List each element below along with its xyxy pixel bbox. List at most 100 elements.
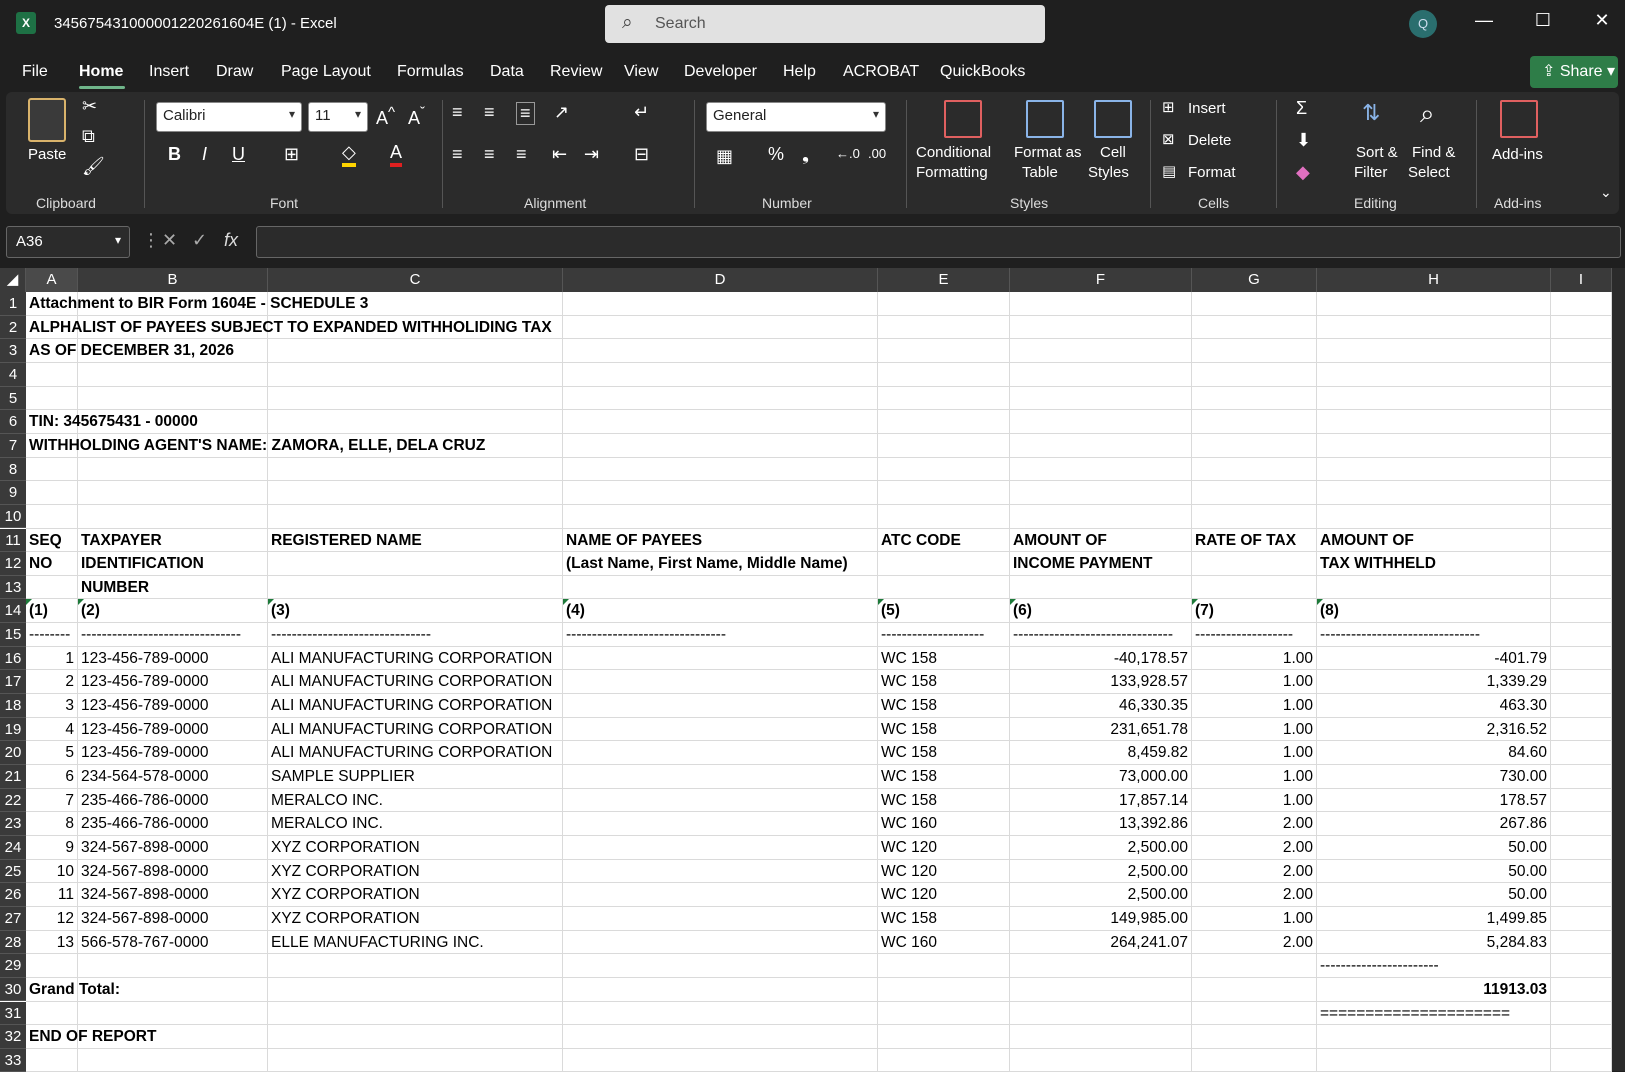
income-amount[interactable]: 2,500.00 bbox=[1010, 883, 1192, 907]
income-amount[interactable]: 264,241.07 bbox=[1010, 931, 1192, 955]
row-header[interactable]: 24 bbox=[0, 835, 26, 860]
header-identification[interactable]: IDENTIFICATION bbox=[78, 552, 204, 576]
taxpayer-tin[interactable]: 324-567-898-0000 bbox=[78, 860, 209, 884]
find-select-icon[interactable]: ⌕ bbox=[1420, 98, 1435, 130]
atc-code[interactable]: WC 160 bbox=[878, 931, 937, 955]
align-bottom-icon[interactable]: ≡ bbox=[516, 102, 535, 125]
tax-withheld[interactable]: 2,316.52 bbox=[1317, 718, 1551, 742]
vertical-scrollbar[interactable] bbox=[1612, 268, 1625, 1071]
atc-code[interactable]: WC 120 bbox=[878, 836, 937, 860]
header-income-payment[interactable]: INCOME PAYMENT bbox=[1010, 552, 1153, 576]
align-center-icon[interactable]: ≡ bbox=[484, 144, 495, 165]
align-top-icon[interactable]: ≡ bbox=[452, 102, 463, 123]
dash-separator[interactable]: ------------------- bbox=[1192, 623, 1317, 647]
sort-filter-label-2[interactable]: Filter bbox=[1354, 164, 1387, 181]
decrease-indent-icon[interactable]: ⇤ bbox=[552, 144, 567, 165]
menu-acrobat[interactable]: ACROBAT bbox=[843, 63, 919, 81]
tax-withheld[interactable]: 730.00 bbox=[1317, 765, 1551, 789]
cancel-icon[interactable]: ✕ bbox=[162, 230, 177, 251]
paste-icon[interactable] bbox=[28, 98, 66, 142]
find-select-label-2[interactable]: Select bbox=[1408, 164, 1450, 181]
header-atc-code[interactable]: ATC CODE bbox=[878, 529, 961, 553]
registered-name[interactable]: MERALCO INC. bbox=[268, 812, 383, 836]
taxpayer-tin[interactable]: 123-456-789-0000 bbox=[78, 694, 209, 718]
row-header[interactable]: 13 bbox=[0, 575, 26, 600]
error-indicator-icon[interactable] bbox=[563, 599, 569, 606]
header-tax-withheld[interactable]: TAX WITHHELD bbox=[1317, 552, 1436, 576]
registered-name[interactable]: XYZ CORPORATION bbox=[268, 836, 420, 860]
tax-withheld[interactable]: 50.00 bbox=[1317, 836, 1551, 860]
user-avatar[interactable]: Q bbox=[1409, 10, 1437, 38]
seq-no[interactable]: 7 bbox=[26, 789, 78, 813]
row-header[interactable]: 2 bbox=[0, 315, 26, 340]
row-header[interactable]: 9 bbox=[0, 481, 26, 505]
menu-page-layout[interactable]: Page Layout bbox=[281, 63, 371, 81]
tax-withheld[interactable]: 178.57 bbox=[1317, 789, 1551, 813]
tax-withheld[interactable]: -401.79 bbox=[1317, 647, 1551, 671]
header-name-format[interactable]: (Last Name, First Name, Middle Name) bbox=[563, 552, 848, 576]
row-header[interactable]: 17 bbox=[0, 670, 26, 695]
registered-name[interactable]: ALI MANUFACTURING CORPORATION bbox=[268, 670, 552, 694]
tax-withheld[interactable]: 1,499.85 bbox=[1317, 907, 1551, 931]
align-right-icon[interactable]: ≡ bbox=[516, 144, 527, 165]
dash-separator[interactable]: -------------------- bbox=[878, 623, 1010, 647]
error-indicator-icon[interactable] bbox=[78, 599, 84, 606]
taxpayer-tin[interactable]: 123-456-789-0000 bbox=[78, 718, 209, 742]
column-header-c[interactable]: C bbox=[268, 268, 563, 292]
row-header[interactable]: 33 bbox=[0, 1048, 26, 1072]
column-header-i[interactable]: I bbox=[1551, 268, 1612, 292]
tin-label[interactable]: TIN: 345675431 - 00000 bbox=[26, 410, 198, 434]
atc-code[interactable]: WC 158 bbox=[878, 694, 937, 718]
row-header[interactable]: 21 bbox=[0, 765, 26, 789]
header-no[interactable]: NO bbox=[26, 552, 52, 576]
error-indicator-icon[interactable] bbox=[1192, 599, 1198, 606]
error-indicator-icon[interactable] bbox=[878, 599, 884, 606]
menu-data[interactable]: Data bbox=[490, 63, 524, 81]
income-amount[interactable]: 133,928.57 bbox=[1010, 670, 1192, 694]
insert-function-icon[interactable]: fx bbox=[224, 230, 238, 251]
comma-style-icon[interactable]: ❟ bbox=[802, 144, 809, 165]
row-header[interactable]: 30 bbox=[0, 977, 26, 1002]
conditional-formatting-icon[interactable] bbox=[944, 100, 982, 138]
error-indicator-icon[interactable] bbox=[268, 599, 274, 606]
tax-rate[interactable]: 1.00 bbox=[1192, 907, 1317, 931]
income-amount[interactable]: 8,459.82 bbox=[1010, 741, 1192, 765]
font-color-icon[interactable]: A bbox=[390, 142, 403, 167]
menu-formulas[interactable]: Formulas bbox=[397, 63, 464, 81]
tax-withheld[interactable]: 50.00 bbox=[1317, 883, 1551, 907]
merge-center-icon[interactable]: ⊟ bbox=[634, 144, 649, 165]
borders-icon[interactable]: ⊞ bbox=[284, 144, 299, 165]
format-as-table-label-1[interactable]: Format as bbox=[1014, 144, 1082, 161]
tax-rate[interactable]: 1.00 bbox=[1192, 789, 1317, 813]
seq-no[interactable]: 2 bbox=[26, 670, 78, 694]
align-middle-icon[interactable]: ≡ bbox=[484, 102, 495, 123]
menu-quickbooks[interactable]: QuickBooks bbox=[940, 63, 1025, 81]
tax-rate[interactable]: 2.00 bbox=[1192, 931, 1317, 955]
column-header-d[interactable]: D bbox=[563, 268, 878, 292]
registered-name[interactable]: ALI MANUFACTURING CORPORATION bbox=[268, 694, 552, 718]
column-header-e[interactable]: E bbox=[878, 268, 1010, 292]
total-dash-line[interactable]: ----------------------- bbox=[1317, 954, 1439, 978]
cell-styles-label-2[interactable]: Styles bbox=[1088, 164, 1129, 181]
conditional-formatting-label-1[interactable]: Conditional bbox=[916, 144, 991, 161]
format-as-table-icon[interactable] bbox=[1026, 100, 1064, 138]
row-header[interactable]: 25 bbox=[0, 859, 26, 884]
seq-no[interactable]: 8 bbox=[26, 812, 78, 836]
menu-file[interactable]: File bbox=[22, 63, 48, 81]
registered-name[interactable]: XYZ CORPORATION bbox=[268, 907, 420, 931]
worksheet-grid[interactable]: ◢ A B C D E F G H I 1 2 3 4 5 6 7 8 9 10 11 12 13 14 15 16 17 18 19 2… bbox=[0, 268, 1625, 1072]
row-header[interactable]: 4 bbox=[0, 362, 26, 387]
column-header-a[interactable]: A bbox=[26, 268, 78, 292]
taxpayer-tin[interactable]: 123-456-789-0000 bbox=[78, 670, 209, 694]
dash-separator[interactable]: ------------------------------- bbox=[1317, 623, 1551, 647]
row-header[interactable]: 22 bbox=[0, 788, 26, 813]
row-header[interactable]: 28 bbox=[0, 930, 26, 955]
tax-rate[interactable]: 1.00 bbox=[1192, 765, 1317, 789]
income-amount[interactable]: 17,857.14 bbox=[1010, 789, 1192, 813]
row-header[interactable]: 16 bbox=[0, 646, 26, 671]
decrease-font-icon[interactable]: Aˇ bbox=[408, 104, 425, 129]
column-header-b[interactable]: B bbox=[78, 268, 268, 292]
tax-withheld[interactable]: 50.00 bbox=[1317, 860, 1551, 884]
row-header[interactable]: 1 bbox=[0, 292, 26, 316]
orientation-icon[interactable]: ↗ bbox=[554, 102, 569, 123]
